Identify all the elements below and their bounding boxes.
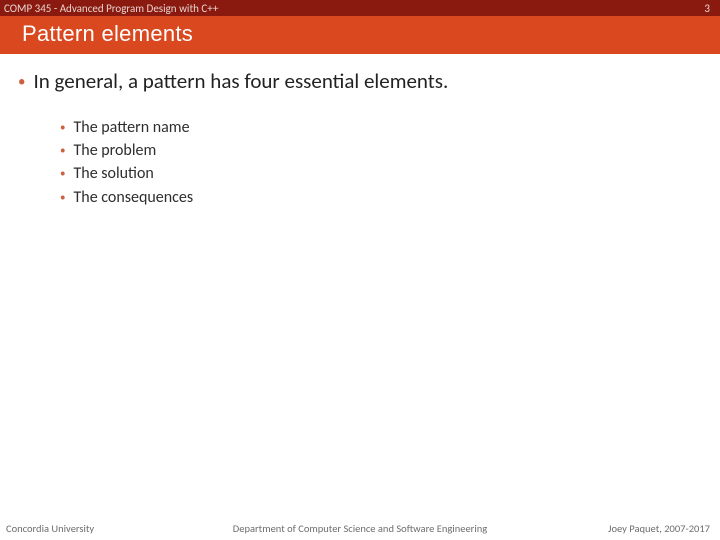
slide-title: Pattern elements — [22, 21, 193, 47]
bullet-icon: • — [60, 166, 65, 182]
slide-content: • In general, a pattern has four essenti… — [0, 54, 720, 209]
bullet-icon: • — [60, 143, 65, 159]
footer-left: Concordia University — [6, 522, 94, 535]
footer-right: Joey Paquet, 2007-2017 — [608, 522, 710, 535]
slide-title-bar: Pattern elements — [0, 16, 720, 54]
list-item: • The pattern name — [60, 116, 702, 139]
footer-bar: Concordia University Department of Compu… — [0, 520, 720, 540]
main-point-text: In general, a pattern has four essential… — [33, 68, 448, 94]
header-bar: COMP 345 - Advanced Program Design with … — [0, 0, 720, 16]
bullet-icon: • — [60, 190, 65, 206]
list-item: • The solution — [60, 162, 702, 185]
bullet-icon: • — [60, 120, 65, 136]
sub-point-text: The problem — [73, 139, 156, 162]
bullet-icon: • — [18, 75, 25, 90]
sub-point-text: The solution — [73, 162, 153, 185]
sub-point-text: The consequences — [73, 186, 193, 209]
sub-point-text: The pattern name — [73, 116, 189, 139]
slide-number: 3 — [704, 2, 710, 15]
sub-bullet-list: • The pattern name • The problem • The s… — [18, 116, 702, 209]
main-bullet-row: • In general, a pattern has four essenti… — [18, 68, 702, 94]
footer-center: Department of Computer Science and Softw… — [233, 522, 487, 535]
list-item: • The consequences — [60, 186, 702, 209]
list-item: • The problem — [60, 139, 702, 162]
course-label: COMP 345 - Advanced Program Design with … — [4, 2, 218, 15]
